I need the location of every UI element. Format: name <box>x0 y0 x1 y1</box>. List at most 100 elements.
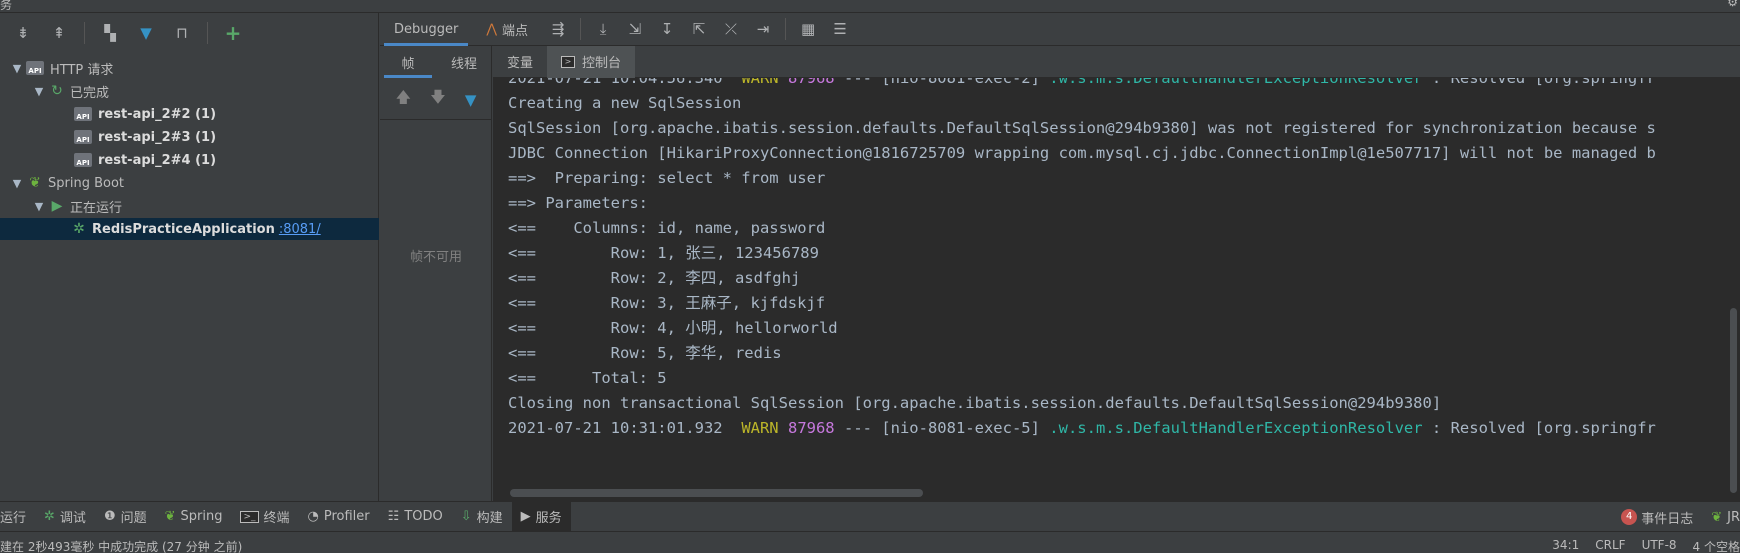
tree-label-completed: 已完成 <box>70 85 110 101</box>
collapse-all-icon[interactable]: ⇞ <box>48 22 70 44</box>
tab-spring[interactable]: ❦ Spring <box>156 502 232 532</box>
show-execution-point-icon[interactable]: ⇶ <box>545 16 571 42</box>
bug-icon: ✲ <box>73 221 85 237</box>
tab-variables-label: 变量 <box>507 56 534 71</box>
build-icon: ⇩ <box>460 509 472 524</box>
layout-icon[interactable]: ⊓ <box>171 22 193 44</box>
tab-debugger[interactable]: Debugger <box>380 13 472 46</box>
api-icon: API <box>74 130 92 144</box>
chevron-down-icon[interactable]: ▼ <box>32 200 46 213</box>
log-level: WARN <box>741 78 779 87</box>
chevron-down-icon[interactable]: ▼ <box>32 85 46 98</box>
drop-frame-icon[interactable]: ⤫ <box>718 16 744 42</box>
tab-spring-label: Spring <box>180 509 223 524</box>
tree-node-request[interactable]: API rest-api_2#3 (1) <box>0 126 379 148</box>
force-step-into-icon[interactable]: ↧ <box>654 16 680 42</box>
console-line: <== Row: 5, 李华, redis <box>508 344 782 362</box>
request-label: rest-api_2#2 (1) <box>98 106 217 122</box>
filter-icon[interactable]: ▼ <box>135 22 157 44</box>
tab-debug[interactable]: ✲ 调试 <box>35 502 95 532</box>
chevron-down-icon[interactable]: ▼ <box>10 62 24 75</box>
app-name: RedisPracticeApplication <box>92 221 275 237</box>
services-panel: ⇟ ⇞ ▚ ▼ ⊓ + ▼ API HTTP 请求 ▼ ↻ 已完成 API re… <box>0 13 379 501</box>
tab-console[interactable]: > 控制台 <box>547 45 636 78</box>
tree-node-request[interactable]: API rest-api_2#4 (1) <box>0 149 379 171</box>
tab-services[interactable]: ▶ 服务 <box>511 501 571 532</box>
log-level: WARN <box>741 419 779 437</box>
toolbar-divider <box>785 18 787 40</box>
console-output[interactable]: 2021-07-21 10:04:56.340 WARN 87968 --- [… <box>493 78 1727 501</box>
console-tabs: 变量 > 控制台 <box>493 45 1740 78</box>
tree-node-running[interactable]: ▼ ▶ 正在运行 <box>0 195 379 217</box>
tab-run-label: 运行 <box>0 511 27 526</box>
tab-todo-label: TODO <box>404 509 443 524</box>
api-icon: API <box>74 153 92 167</box>
tree-node-app[interactable]: ✲ RedisPracticeApplication :8081/ <box>0 218 379 240</box>
line-separator[interactable]: CRLF <box>1595 538 1625 553</box>
window-title: 务 <box>0 0 13 12</box>
tab-event-log-label: 事件日志 <box>1641 511 1694 527</box>
request-label: rest-api_2#3 (1) <box>98 129 217 145</box>
tab-problems[interactable]: ❶ 问题 <box>95 502 156 532</box>
log-pid: 87968 <box>787 419 835 437</box>
console-line: <== Row: 2, 李四, asdfghj <box>508 269 801 287</box>
event-count-badge: 4 <box>1621 509 1638 525</box>
gear-icon[interactable]: ⚙ <box>1727 0 1738 9</box>
vertical-scrollbar[interactable] <box>1730 308 1737 493</box>
trace-icon[interactable]: ☰ <box>827 16 853 42</box>
tab-threads[interactable]: 线程 <box>436 46 492 78</box>
log-class: .w.s.m.s.DefaultHandlerExceptionResolver <box>1049 78 1423 87</box>
filter-icon[interactable]: ▼ <box>465 91 477 109</box>
tab-terminal[interactable]: >_ 终端 <box>231 502 298 532</box>
log-timestamp: 2021-07-21 10:31:01.932 <box>508 419 723 437</box>
tree-label-http: HTTP 请求 <box>50 62 114 78</box>
tab-frames-label: 帧 <box>401 56 415 72</box>
add-icon[interactable]: + <box>222 21 244 45</box>
tree-node-spring-boot[interactable]: ▼ ❦ Spring Boot <box>0 172 379 194</box>
tree-node-completed[interactable]: ▼ ↻ 已完成 <box>0 80 379 102</box>
arrow-up-icon[interactable]: 🡅 <box>396 87 411 112</box>
console-line: Closing non transactional SqlSession [or… <box>508 394 1442 412</box>
tab-todo[interactable]: ☷ TODO <box>379 502 452 532</box>
vertical-scrollbar-track[interactable] <box>1727 78 1740 501</box>
terminal-icon: >_ <box>240 510 259 523</box>
tab-debug-label: 调试 <box>59 511 86 526</box>
tab-services-label: 服务 <box>535 511 562 526</box>
log-pid: 87968 <box>787 78 835 87</box>
services-toolbar: ⇟ ⇞ ▚ ▼ ⊓ + <box>0 13 379 53</box>
console-line: JDBC Connection [HikariProxyConnection@1… <box>508 144 1656 162</box>
console-line: <== Row: 4, 小明, hellorworld <box>508 319 838 337</box>
tab-debugger-label: Debugger <box>394 21 459 37</box>
tab-jrebel[interactable]: ❦ JR <box>1702 502 1740 532</box>
horizontal-scrollbar[interactable] <box>510 489 923 497</box>
tab-problems-label: 问题 <box>120 511 147 526</box>
frames-tabs: 帧 线程 <box>380 46 492 78</box>
tree-node-http[interactable]: ▼ API HTTP 请求 <box>0 57 379 79</box>
debugger-toolbar: Debugger ⋀ 端点 ⇶ ⤓ ⇲ ↧ ⇱ ⤫ ⇥ ▦ ☰ <box>380 13 1740 46</box>
arrow-down-icon[interactable]: 🡇 <box>430 87 445 112</box>
console-line: <== Columns: id, name, password <box>508 219 826 237</box>
group-icon[interactable]: ▚ <box>99 22 121 44</box>
tree-node-request[interactable]: API rest-api_2#2 (1) <box>0 103 379 125</box>
indent-setting[interactable]: 4 个空格 <box>1693 538 1740 553</box>
tab-profiler[interactable]: ◔ Profiler <box>299 502 379 532</box>
run-to-cursor-icon[interactable]: ⇥ <box>750 16 776 42</box>
tab-event-log[interactable]: 4 事件日志 <box>1612 502 1702 532</box>
expand-all-icon[interactable]: ⇟ <box>12 22 34 44</box>
tab-variables[interactable]: 变量 <box>493 46 547 78</box>
tab-frames[interactable]: 帧 <box>380 46 436 78</box>
tab-breakpoints[interactable]: ⋀ 端点 <box>472 13 542 46</box>
file-encoding[interactable]: UTF-8 <box>1642 538 1677 553</box>
chevron-down-icon[interactable]: ▼ <box>10 177 24 190</box>
caret-position[interactable]: 34:1 <box>1552 538 1579 553</box>
api-icon: API <box>26 61 44 75</box>
tab-build[interactable]: ⇩ 构建 <box>452 502 512 532</box>
step-out-icon[interactable]: ⇱ <box>686 16 712 42</box>
evaluate-icon[interactable]: ▦ <box>795 16 821 42</box>
console-line: 2021-07-21 10:04:56.340 WARN 87968 --- [… <box>508 78 1656 91</box>
app-port-link[interactable]: :8081/ <box>279 222 321 237</box>
step-into-icon[interactable]: ⇲ <box>622 16 648 42</box>
tab-run[interactable]: 运行 <box>0 502 35 532</box>
request-label: rest-api_2#4 (1) <box>98 152 217 168</box>
step-over-icon[interactable]: ⤓ <box>590 16 616 42</box>
